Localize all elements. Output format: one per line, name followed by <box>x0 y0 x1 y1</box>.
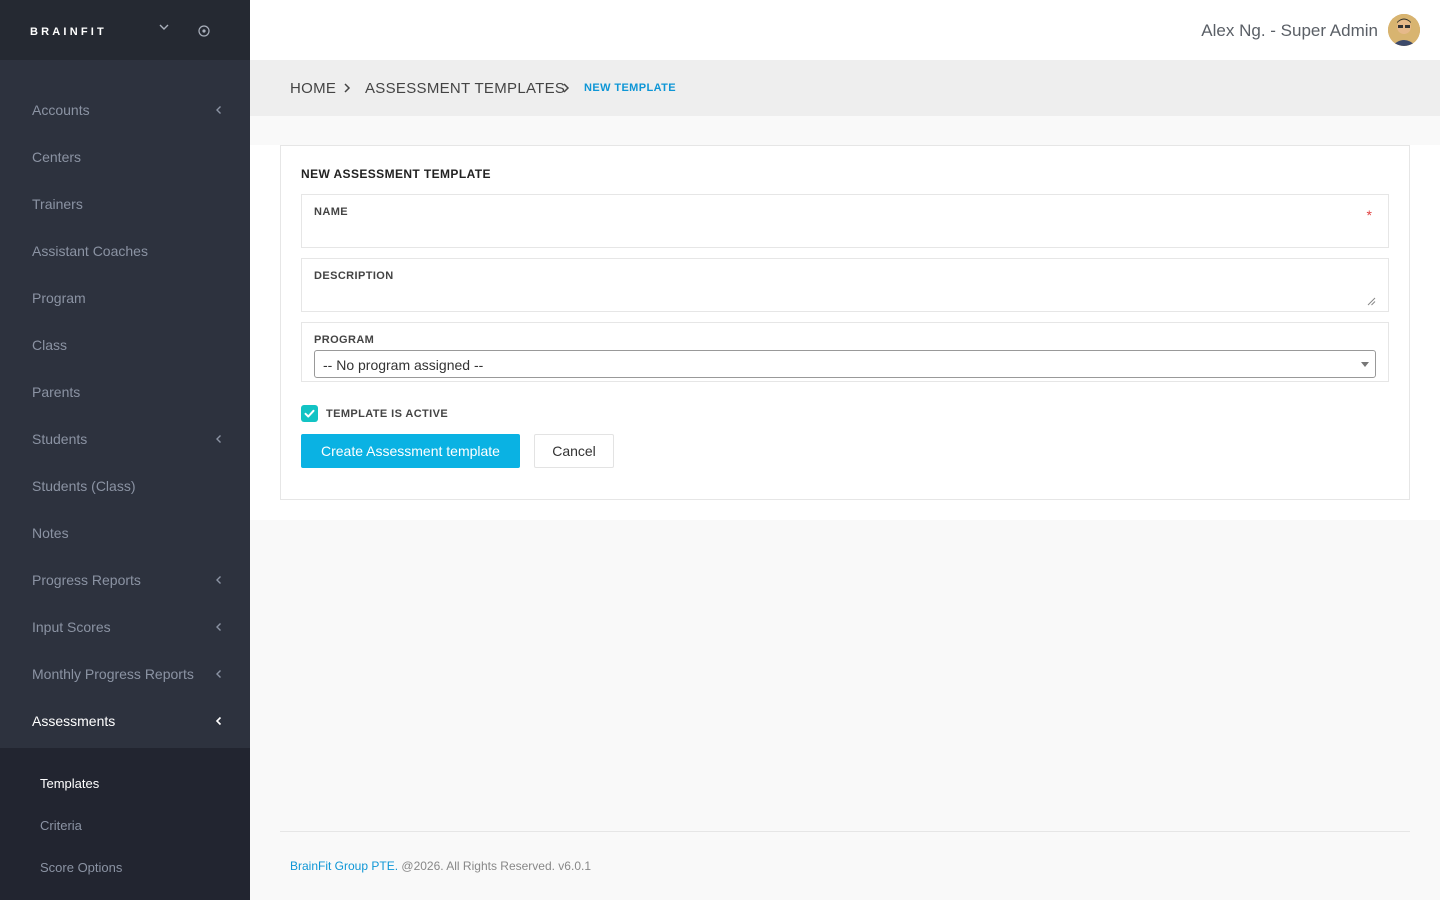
sidebar-item-label: Parents <box>32 384 81 400</box>
chevron-left-icon <box>216 106 221 114</box>
check-icon <box>304 409 315 418</box>
sidebar-nav: Accounts Centers Trainers Assistant Coac… <box>0 87 250 745</box>
program-label: PROGRAM <box>314 334 375 346</box>
form-card: NEW ASSESSMENT TEMPLATE NAME * DESCRIPTI… <box>280 145 1410 500</box>
sidebar-item-label: Program <box>32 290 86 306</box>
chevron-right-icon <box>563 83 570 93</box>
sidebar-item-label: Students <box>32 431 88 447</box>
caret-down-icon <box>1361 362 1369 367</box>
name-field[interactable]: NAME * <box>301 194 1389 248</box>
brand-logo[interactable]: BRAINFIT <box>30 26 107 38</box>
sidebar-item-input-scores[interactable]: Input Scores <box>0 604 250 651</box>
program-select[interactable]: -- No program assigned -- <box>314 350 1376 378</box>
sidebar-item-accounts[interactable]: Accounts <box>0 87 250 134</box>
submenu-item-templates[interactable]: Templates <box>40 776 99 791</box>
sidebar-item-label: Students (Class) <box>32 478 136 494</box>
sidebar: BRAINFIT Accounts Centers Trainers Assis… <box>0 0 250 900</box>
cancel-button[interactable]: Cancel <box>534 434 614 468</box>
description-field[interactable]: DESCRIPTION <box>301 258 1389 312</box>
sidebar-item-label: Notes <box>32 525 69 541</box>
avatar-image <box>1388 14 1420 46</box>
sidebar-item-program[interactable]: Program <box>0 275 250 322</box>
name-label: NAME <box>314 206 348 218</box>
sidebar-header: BRAINFIT <box>0 0 250 60</box>
chevron-left-icon <box>216 623 221 631</box>
user-name[interactable]: Alex Ng. - Super Admin <box>1201 21 1378 41</box>
program-field: PROGRAM -- No program assigned -- <box>301 322 1389 382</box>
sidebar-item-label: Assistant Coaches <box>32 243 148 259</box>
sidebar-item-label: Assessments <box>32 713 116 729</box>
sidebar-item-monthly-progress-reports[interactable]: Monthly Progress Reports <box>0 651 250 698</box>
sidebar-item-assistant-coaches[interactable]: Assistant Coaches <box>0 228 250 275</box>
footer-divider <box>280 831 1410 832</box>
template-active-checkbox[interactable] <box>301 405 318 422</box>
chevron-left-icon <box>216 670 221 678</box>
sidebar-item-label: Centers <box>32 149 82 165</box>
assessments-submenu: Templates Criteria Score Options <box>0 748 250 900</box>
chevron-left-icon <box>216 435 221 443</box>
sidebar-item-parents[interactable]: Parents <box>0 369 250 416</box>
sidebar-item-label: Progress Reports <box>32 572 141 588</box>
program-selected-value: -- No program assigned -- <box>323 357 484 373</box>
sidebar-item-progress-reports[interactable]: Progress Reports <box>0 557 250 604</box>
sidebar-item-label: Monthly Progress Reports <box>32 666 194 682</box>
breadcrumb-current: NEW TEMPLATE <box>584 82 676 94</box>
description-input[interactable] <box>314 285 1364 307</box>
sidebar-item-label: Input Scores <box>32 619 111 635</box>
submenu-item-score-options[interactable]: Score Options <box>40 860 122 875</box>
chevron-left-icon <box>216 576 221 584</box>
top-header: Alex Ng. - Super Admin <box>250 0 1440 60</box>
sidebar-item-students-class[interactable]: Students (Class) <box>0 463 250 510</box>
footer: BrainFit Group PTE. @2026. All Rights Re… <box>290 859 591 873</box>
sidebar-item-notes[interactable]: Notes <box>0 510 250 557</box>
template-active-label[interactable]: TEMPLATE IS ACTIVE <box>326 408 448 420</box>
sidebar-item-centers[interactable]: Centers <box>0 134 250 181</box>
sidebar-item-label: Trainers <box>32 196 83 212</box>
form-title: NEW ASSESSMENT TEMPLATE <box>301 167 491 181</box>
footer-company-link[interactable]: BrainFit Group PTE. <box>290 859 398 873</box>
resize-handle-icon[interactable] <box>1367 297 1376 306</box>
create-template-button[interactable]: Create Assessment template <box>301 434 520 468</box>
sidebar-item-label: Class <box>32 337 68 353</box>
sidebar-item-class[interactable]: Class <box>0 322 250 369</box>
footer-copyright: @2026. All Rights Reserved. v6.0.1 <box>398 859 591 873</box>
sidebar-item-students[interactable]: Students <box>0 416 250 463</box>
name-input[interactable] <box>314 221 1364 243</box>
description-label: DESCRIPTION <box>314 270 394 282</box>
submenu-item-criteria[interactable]: Criteria <box>40 818 82 833</box>
chevron-left-icon <box>215 716 222 726</box>
sidebar-item-label: Accounts <box>32 102 90 118</box>
breadcrumb: HOME ASSESSMENT TEMPLATES NEW TEMPLATE <box>250 60 1440 116</box>
target-icon[interactable] <box>197 24 211 38</box>
chevron-down-icon[interactable] <box>157 20 171 34</box>
avatar[interactable] <box>1388 14 1420 46</box>
sidebar-item-assessments[interactable]: Assessments <box>0 698 250 745</box>
sidebar-item-trainers[interactable]: Trainers <box>0 181 250 228</box>
required-marker: * <box>1366 207 1372 223</box>
chevron-right-icon <box>344 83 351 93</box>
breadcrumb-home[interactable]: HOME <box>290 80 336 97</box>
breadcrumb-assessment-templates[interactable]: ASSESSMENT TEMPLATES <box>365 80 565 97</box>
